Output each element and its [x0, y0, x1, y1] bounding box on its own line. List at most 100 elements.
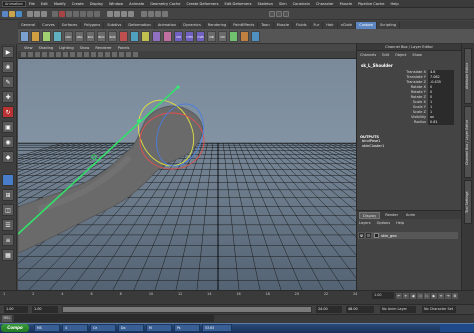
gate-mask-icon[interactable] [70, 52, 75, 57]
character-set-dropdown[interactable]: No Character Set [422, 306, 456, 313]
viewport-canvas[interactable] [18, 59, 356, 290]
rotate-tool-icon[interactable]: ↻ [2, 106, 14, 118]
shelf-tab-animation[interactable]: Animation [155, 21, 181, 29]
shelf-button-1[interactable] [20, 30, 29, 42]
menu-create[interactable]: Create [72, 2, 84, 6]
output-node[interactable]: skinCluster1 [362, 144, 461, 149]
layer-visibility-toggle[interactable]: V [359, 233, 364, 238]
shelf-tab-fluids[interactable]: Fluids [293, 21, 311, 29]
layer-color-swatch[interactable] [374, 233, 379, 238]
field-chart-icon[interactable] [77, 52, 82, 57]
snap-point-icon[interactable] [121, 10, 127, 17]
playback-start-field[interactable]: 1.00 [32, 306, 58, 313]
render-settings-icon[interactable] [162, 10, 168, 17]
lasso-tool-icon[interactable]: ❀ [2, 61, 14, 73]
manipulator-tool-icon[interactable]: ◉ [2, 136, 14, 148]
taskbar-task-1[interactable]: MS [34, 324, 60, 332]
snap-plane-icon[interactable] [128, 10, 134, 17]
layout-outliner-icon[interactable]: ☰ [2, 219, 14, 231]
shelf-button-8[interactable]: BCC [97, 30, 106, 42]
snap-curve-icon[interactable] [114, 10, 120, 17]
menu-skin[interactable]: Skin [279, 2, 287, 6]
shelf-button-3[interactable] [42, 30, 51, 42]
save-scene-icon[interactable] [16, 10, 22, 17]
shadows-icon[interactable] [119, 52, 124, 57]
current-frame-field[interactable]: 1.00 [372, 292, 394, 299]
resolution-gate-icon[interactable] [63, 52, 68, 57]
shelf-button-7[interactable]: SCL [86, 30, 95, 42]
taskbar-task-6[interactable]: Ps [174, 324, 200, 332]
shelf-button-6[interactable]: LRA [75, 30, 84, 42]
shelf-tab-dynamics[interactable]: Dynamics [180, 21, 205, 29]
step-back-key-icon[interactable]: ↞ [403, 292, 409, 299]
perspective-viewport[interactable] [18, 59, 356, 290]
select-component-icon[interactable] [41, 10, 47, 17]
snap-grid-icon[interactable] [107, 10, 113, 17]
end-joint[interactable] [176, 85, 180, 89]
layer-tab-render[interactable]: Render [382, 212, 401, 219]
toggle-channel-box-icon[interactable] [283, 10, 289, 17]
image-plane-icon[interactable] [42, 52, 47, 57]
anim-layer-dropdown[interactable]: No Anim Layer [380, 306, 416, 313]
play-forward-icon[interactable]: ▷ [424, 292, 430, 299]
ipr-render-icon[interactable] [155, 10, 161, 17]
toggle-tool-settings-icon[interactable] [276, 10, 282, 17]
shelf-tab-general[interactable]: General [18, 21, 40, 29]
viewport-menu-lighting[interactable]: Lighting [59, 46, 74, 50]
menu-file[interactable]: File [29, 2, 35, 6]
shelf-button-10[interactable] [119, 30, 128, 42]
shelf-button-17[interactable]: CVR [196, 30, 205, 42]
layer-menu-options[interactable]: Options [377, 221, 391, 225]
lights-icon[interactable] [112, 52, 117, 57]
film-gate-icon[interactable] [56, 52, 61, 57]
menu-display[interactable]: Display [90, 2, 103, 6]
layer-playback-toggle[interactable] [366, 233, 371, 238]
menu-geometry-cache[interactable]: Geometry Cache [150, 2, 180, 6]
shelf-button-9[interactable]: SOC [108, 30, 117, 42]
viewport-menu-shading[interactable]: Shading [39, 46, 54, 50]
channel-box-menu-channels[interactable]: Channels [360, 53, 376, 57]
last-tool-icon[interactable]: ◆ [2, 151, 14, 163]
step-forward-key-icon[interactable]: ↠ [438, 292, 444, 299]
attribute-value-field[interactable]: 0.61 [428, 120, 454, 125]
layer-row[interactable]: V skin_geo [358, 232, 458, 239]
toggle-attribute-editor-icon[interactable] [269, 10, 275, 17]
shelf-button-15[interactable]: CM [174, 30, 183, 42]
go-to-start-icon[interactable]: ⇤ [396, 292, 402, 299]
shelf-tab-rendering[interactable]: Rendering [205, 21, 231, 29]
camera-attributes-icon[interactable] [28, 52, 33, 57]
menu-help[interactable]: Help [390, 2, 398, 6]
layout-side-icon[interactable]: ◫ [2, 204, 14, 216]
step-forward-frame-icon[interactable]: ▶ [431, 292, 437, 299]
taskbar-task-4[interactable]: Do [118, 324, 144, 332]
channel-box-tab[interactable]: Channel Box / Layer Editor [464, 106, 472, 178]
bookmark-icon[interactable] [35, 52, 40, 57]
viewport-menu-panels[interactable]: Panels [118, 46, 130, 50]
grid-icon[interactable] [49, 52, 54, 57]
taskbar-task-7[interactable]: 53.63 [202, 324, 232, 332]
shelf-button-18[interactable]: OB [207, 30, 216, 42]
safe-action-icon[interactable] [84, 52, 89, 57]
start-button[interactable]: Compo [1, 324, 29, 332]
menu-skeleton[interactable]: Skeleton [257, 2, 273, 6]
menu-animate[interactable]: Animate [129, 2, 144, 6]
layout-single-icon[interactable] [2, 174, 14, 186]
new-scene-icon[interactable] [2, 10, 8, 17]
joint-mask-icon[interactable] [59, 10, 65, 17]
wireframe-icon[interactable] [91, 52, 96, 57]
viewport-menu-show[interactable]: Show [80, 46, 90, 50]
select-tool-icon[interactable]: ▶ [2, 46, 14, 58]
attribute-row[interactable]: Radius 0.61 [357, 120, 461, 125]
textured-icon[interactable] [105, 52, 110, 57]
menu-edit-deformers[interactable]: Edit Deformers [224, 2, 251, 6]
shelf-tab-painteffects[interactable]: PaintEffects [230, 21, 259, 29]
step-back-frame-icon[interactable]: ◀ [410, 292, 416, 299]
viewport-menu-view[interactable]: View [24, 46, 33, 50]
shelf-button-4[interactable] [53, 30, 62, 42]
mel-label[interactable]: MEL [2, 315, 12, 322]
start-time-field[interactable]: 1.00 [4, 306, 28, 313]
layout-hypergraph-icon[interactable]: ▦ [2, 249, 14, 261]
shelf-tab-muscle[interactable]: Muscle [274, 21, 294, 29]
channel-box-menu-edit[interactable]: Edit [382, 53, 389, 57]
shelf-button-20[interactable] [229, 30, 238, 42]
